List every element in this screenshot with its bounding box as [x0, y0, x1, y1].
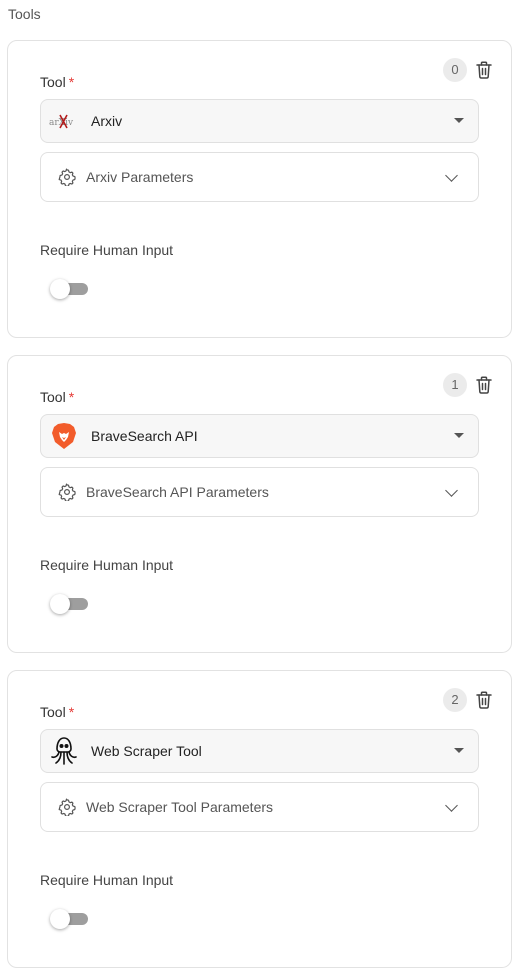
gear-icon: [58, 798, 76, 816]
tool-card: 1 Tool * BraveSearch API BraveSearch API …: [7, 355, 512, 653]
tool-select[interactable]: Web Scraper Tool: [40, 729, 479, 773]
tool-index-badge: 2: [443, 688, 467, 712]
require-human-input-label: Require Human Input: [40, 242, 174, 258]
brave-lion-logo: [49, 421, 79, 451]
caret-down-icon: [454, 748, 464, 753]
delete-tool-button[interactable]: [474, 59, 494, 81]
tool-label-text: Tool: [40, 704, 66, 720]
require-human-input-label: Require Human Input: [40, 872, 174, 888]
chevron-down-icon: [445, 799, 458, 812]
delete-tool-button[interactable]: [474, 374, 494, 396]
parameters-label: Web Scraper Tool Parameters: [86, 799, 274, 815]
tool-parameters-accordion[interactable]: BraveSearch API Parameters: [40, 467, 479, 517]
tool-label-text: Tool: [40, 389, 66, 405]
chevron-down-icon: [445, 484, 458, 497]
require-human-input-toggle[interactable]: [50, 908, 88, 930]
require-human-input-toggle[interactable]: [50, 278, 88, 300]
required-marker: *: [68, 389, 75, 405]
chevron-down-icon: [445, 169, 458, 182]
caret-down-icon: [454, 433, 464, 438]
tool-index-badge: 1: [443, 373, 467, 397]
tool-parameters-accordion[interactable]: Web Scraper Tool Parameters: [40, 782, 479, 832]
tool-field-label: Tool *: [40, 74, 74, 90]
tool-field-label: Tool *: [40, 389, 74, 405]
require-human-input-toggle[interactable]: [50, 593, 88, 615]
trash-icon: [476, 376, 492, 394]
tool-card: 2 Tool * Web Scraper Tool Web Scraper To…: [7, 670, 512, 968]
gear-icon: [58, 483, 76, 501]
require-human-input-label: Require Human Input: [40, 557, 174, 573]
tool-field-label: Tool *: [40, 704, 74, 720]
trash-icon: [476, 691, 492, 709]
section-title: Tools: [8, 6, 41, 22]
delete-tool-button[interactable]: [474, 689, 494, 711]
selected-tool-name: Web Scraper Tool: [91, 743, 202, 759]
tool-label-text: Tool: [40, 74, 66, 90]
toggle-thumb: [50, 909, 70, 929]
tool-parameters-accordion[interactable]: Arxiv Parameters: [40, 152, 479, 202]
parameters-label: BraveSearch API Parameters: [86, 484, 269, 500]
selected-tool-name: BraveSearch API: [91, 428, 198, 444]
arxiv-logo: arXiv: [49, 106, 79, 136]
parameters-label: Arxiv Parameters: [86, 169, 194, 185]
toggle-thumb: [50, 594, 70, 614]
gear-icon: [58, 168, 76, 186]
required-marker: *: [68, 704, 75, 720]
tool-select[interactable]: arXiv Arxiv: [40, 99, 479, 143]
tool-card: 0 Tool * arXiv Arxiv Arxiv Parameters Req…: [7, 40, 512, 338]
tool-index-badge: 0: [443, 58, 467, 82]
tool-select[interactable]: BraveSearch API: [40, 414, 479, 458]
selected-tool-name: Arxiv: [91, 113, 123, 129]
caret-down-icon: [454, 118, 464, 123]
octopus-logo: [49, 736, 79, 766]
trash-icon: [476, 61, 492, 79]
required-marker: *: [68, 74, 75, 90]
toggle-thumb: [50, 279, 70, 299]
